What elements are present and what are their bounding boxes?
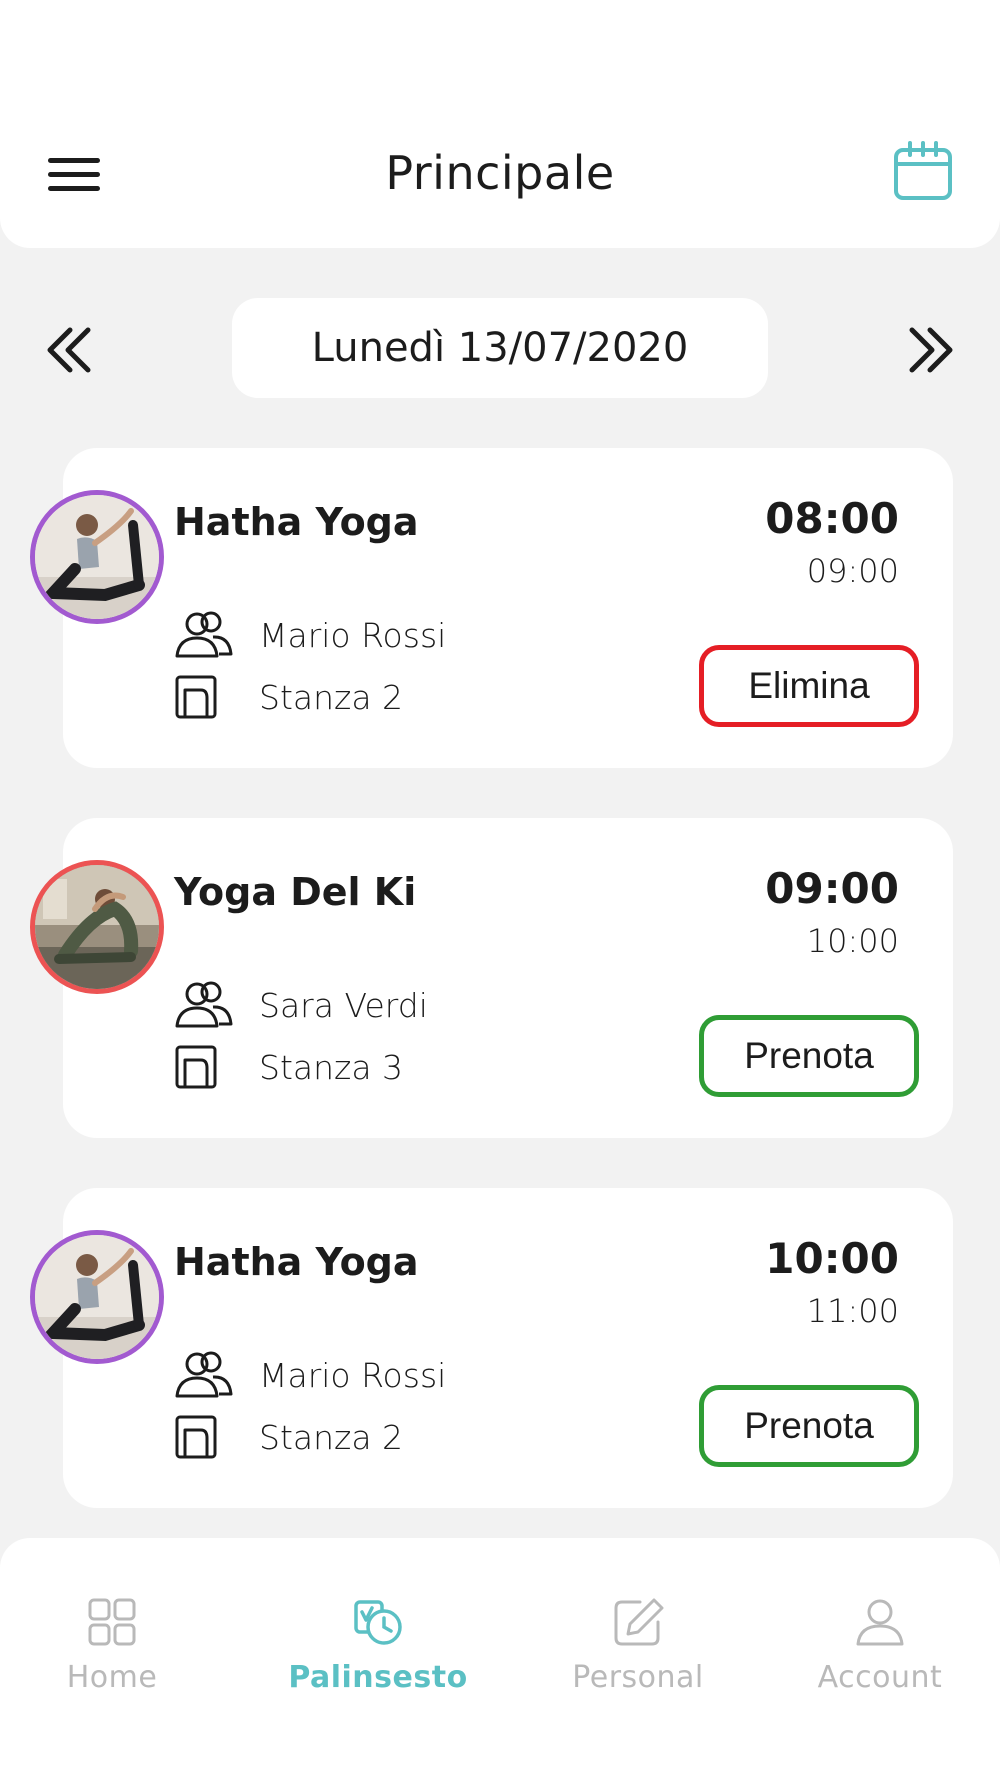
class-start-time: 08:00 xyxy=(765,494,899,543)
nav-label: Personal xyxy=(572,1660,704,1695)
delete-booking-button[interactable]: Elimina xyxy=(699,645,919,727)
edit-icon xyxy=(614,1598,664,1646)
double-chevron-left-icon[interactable] xyxy=(40,320,100,380)
class-card[interactable]: Hatha Yoga 10:00 11:00 Mario Rossi Stanz… xyxy=(30,1188,953,1508)
nav-item-home[interactable]: Home xyxy=(12,1596,212,1706)
page-title: Principale xyxy=(385,146,615,200)
class-start-time: 10:00 xyxy=(765,1234,899,1283)
class-title: Hatha Yoga xyxy=(174,1240,419,1284)
room-icon xyxy=(173,1412,235,1462)
app-screen: Principale Lunedì 13/07/2020 Hatha Yoga … xyxy=(0,0,1000,1778)
room-name: Stanza 2 xyxy=(259,678,404,717)
instructor-avatar xyxy=(30,860,164,994)
class-end-time: 11:00 xyxy=(806,1292,899,1330)
class-start-time: 09:00 xyxy=(765,864,899,913)
double-chevron-right-icon[interactable] xyxy=(900,320,960,380)
instructor-name: Mario Rossi xyxy=(259,616,447,655)
book-class-button[interactable]: Prenota xyxy=(699,1385,919,1467)
room-name: Stanza 3 xyxy=(259,1048,404,1087)
nav-label: Palinsesto xyxy=(288,1660,468,1695)
nav-item-account[interactable]: Account xyxy=(780,1596,980,1706)
group-users-icon xyxy=(173,610,235,660)
room-name: Stanza 2 xyxy=(259,1418,404,1457)
nav-label: Home xyxy=(66,1660,158,1695)
instructor-avatar xyxy=(30,1230,164,1364)
class-end-time: 10:00 xyxy=(806,922,899,960)
top-app-bar: Principale xyxy=(0,0,1000,248)
instructor-name: Sara Verdi xyxy=(259,986,428,1025)
class-end-time: 09:00 xyxy=(806,552,899,590)
class-title: Hatha Yoga xyxy=(174,500,419,544)
room-icon xyxy=(173,1042,235,1092)
hamburger-menu-icon[interactable] xyxy=(44,150,104,200)
instructor-name: Mario Rossi xyxy=(259,1356,447,1395)
user-icon xyxy=(856,1599,904,1646)
nav-item-personal[interactable]: Personal xyxy=(538,1596,738,1706)
class-card[interactable]: Yoga Del Ki 09:00 10:00 Sara Verdi Stanz… xyxy=(30,818,953,1138)
instructor-avatar xyxy=(30,490,164,624)
book-class-button[interactable]: Prenota xyxy=(699,1015,919,1097)
grid-icon xyxy=(88,1598,136,1646)
nav-label: Account xyxy=(817,1660,943,1695)
nav-item-palinsesto[interactable]: Palinsesto xyxy=(278,1596,478,1706)
class-card[interactable]: Hatha Yoga 08:00 09:00 Mario Rossi Stanz… xyxy=(30,448,953,768)
calendar-icon[interactable] xyxy=(892,140,954,202)
room-icon xyxy=(173,672,235,722)
schedule-clock-icon xyxy=(354,1600,402,1645)
current-date[interactable]: Lunedì 13/07/2020 xyxy=(232,298,768,398)
bottom-navigation: Home Palinsesto Personal Account xyxy=(0,1538,1000,1778)
class-title: Yoga Del Ki xyxy=(174,870,417,914)
group-users-icon xyxy=(173,980,235,1030)
group-users-icon xyxy=(173,1350,235,1400)
